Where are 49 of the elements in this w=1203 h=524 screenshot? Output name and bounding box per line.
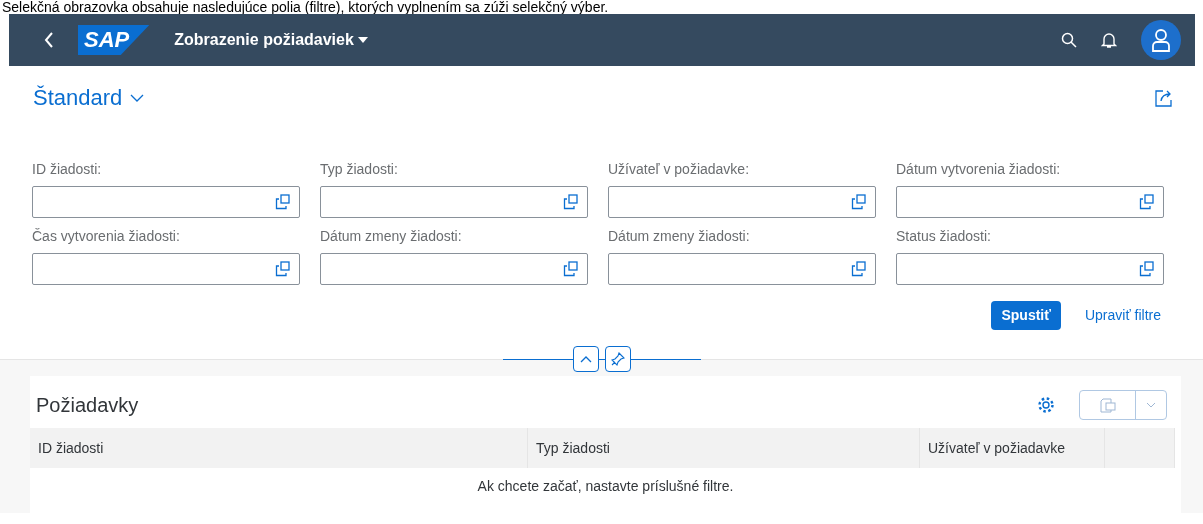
- value-help-icon[interactable]: [563, 261, 579, 277]
- variant-selector[interactable]: Štandard: [32, 80, 146, 115]
- value-help-icon[interactable]: [1139, 261, 1155, 277]
- filter-label: Status žiadosti:: [896, 227, 992, 246]
- back-icon[interactable]: [44, 32, 54, 48]
- input-field[interactable]: [32, 186, 300, 218]
- app-title-menu[interactable]: Zobrazenie požiadaviek: [173, 27, 369, 53]
- chevron-down-icon: [130, 93, 145, 102]
- chevron-down-icon: [1146, 402, 1156, 408]
- filter-label: Užívateľ v požiadavke:: [608, 160, 751, 179]
- filter-label: Čas vytvorenia žiadosti:: [32, 227, 181, 246]
- bell-icon[interactable]: [1101, 31, 1117, 49]
- collapse-button[interactable]: [572, 346, 599, 372]
- filter-label: Dátum zmeny žiadosti:: [320, 227, 463, 246]
- no-data-message: Ak chcete začať, nastavte príslušné filtre.: [476, 477, 735, 496]
- value-help-icon[interactable]: [851, 194, 867, 210]
- share-icon[interactable]: [1155, 88, 1173, 107]
- value-help-icon[interactable]: [563, 194, 579, 210]
- input-field[interactable]: [896, 253, 1164, 285]
- caption-text: Selekčná obrazovka obsahuje nasledujúce polia (filtre), ktorých vyplnením sa zúži selekčný výber.: [1, 0, 610, 14]
- column-header[interactable]: ID žiadosti: [30, 428, 528, 468]
- table-title: Požiadavky: [35, 393, 139, 418]
- input-field[interactable]: [896, 186, 1164, 218]
- filter-label: Dátum vytvorenia žiadosti:: [896, 160, 1062, 179]
- logo[interactable]: SAP: [78, 25, 150, 55]
- filter-label: ID žiadosti:: [32, 160, 103, 179]
- settings-icon[interactable]: [1037, 396, 1055, 414]
- value-help-icon[interactable]: [275, 261, 291, 277]
- adapt-filters-link[interactable]: Upraviť filtre: [1084, 305, 1161, 326]
- value-help-icon[interactable]: [275, 194, 291, 210]
- input-field[interactable]: [320, 253, 588, 285]
- filter-label: Dátum zmeny žiadosti:: [608, 227, 751, 246]
- pin-button[interactable]: [604, 346, 631, 372]
- column-header[interactable]: Typ žiadosti: [528, 428, 920, 468]
- search-icon[interactable]: [1061, 32, 1077, 48]
- go-button[interactable]: Spustiť: [991, 301, 1061, 330]
- input-field[interactable]: [608, 253, 876, 285]
- input-field[interactable]: [32, 253, 300, 285]
- caret-icon: [357, 36, 368, 44]
- filter-label: Typ žiadosti:: [320, 160, 399, 179]
- pin-icon: [610, 352, 625, 366]
- value-help-icon[interactable]: [1139, 194, 1155, 210]
- column-header[interactable]: Užívateľ v požiadavke: [920, 428, 1105, 468]
- user-avatar[interactable]: [1141, 20, 1181, 60]
- chevron-up-icon: [579, 355, 592, 363]
- input-field[interactable]: [608, 186, 876, 218]
- table-export-icon: [1098, 396, 1117, 414]
- input-field[interactable]: [320, 186, 588, 218]
- value-help-icon[interactable]: [851, 261, 867, 277]
